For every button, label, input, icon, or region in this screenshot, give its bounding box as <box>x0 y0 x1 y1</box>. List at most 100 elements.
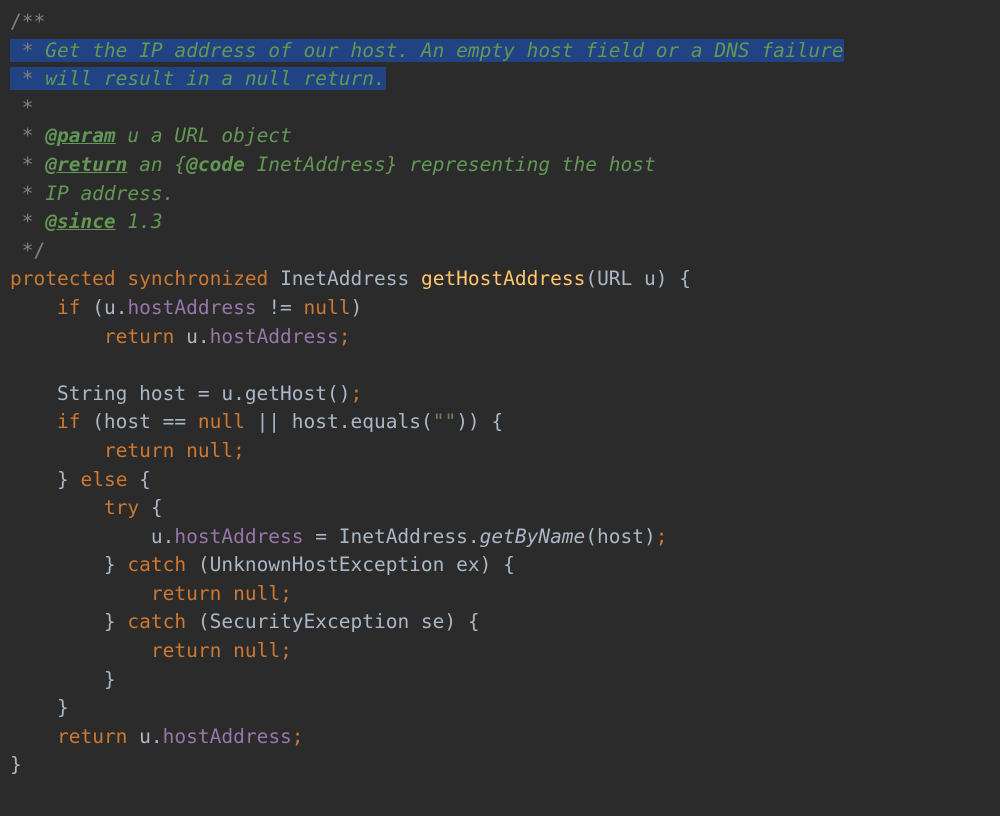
method-call-gethost: getHost <box>245 382 327 405</box>
catch-clause: (SecurityException se) { <box>186 610 480 633</box>
semicolon: ; <box>350 382 362 405</box>
brace-close: } <box>104 610 116 633</box>
indent <box>10 525 151 548</box>
brace-close: } <box>104 553 116 576</box>
expr: || host. <box>245 410 351 433</box>
space <box>33 39 45 62</box>
type-inetaddress: InetAddress <box>280 267 409 290</box>
doc-text: will result in a null return. <box>45 67 385 90</box>
semicolon: ; <box>280 639 292 662</box>
indent <box>10 382 57 405</box>
space <box>33 124 45 147</box>
indent <box>10 325 104 348</box>
doc-star: * <box>10 39 33 62</box>
brace-open: { <box>127 468 150 491</box>
operator-neq: != <box>257 296 304 319</box>
indent <box>10 296 57 319</box>
doc-star: * <box>10 124 33 147</box>
keyword-if: if <box>57 410 80 433</box>
method-call-getbyname: getByName <box>480 525 586 548</box>
var-u: u. <box>104 296 127 319</box>
keyword-return: return <box>151 639 221 662</box>
keyword-if: if <box>57 296 80 319</box>
space <box>116 267 128 290</box>
semicolon: ; <box>339 325 351 348</box>
space <box>221 639 233 662</box>
doc-star: * <box>10 67 33 90</box>
paren-close: ) <box>351 296 363 319</box>
selection-line-2: * will result in a null return. <box>10 67 386 90</box>
space <box>174 325 186 348</box>
space <box>127 725 139 748</box>
indent <box>10 496 104 519</box>
paren-close-brace: )) { <box>456 410 503 433</box>
keyword-null: null <box>233 582 280 605</box>
keyword-return: return <box>104 325 174 348</box>
indent <box>10 439 104 462</box>
method-decl-gethostaddress: getHostAddress <box>421 267 585 290</box>
field-hostaddress: hostAddress <box>127 296 256 319</box>
brace-close: } <box>57 696 69 719</box>
keyword-null: null <box>304 296 351 319</box>
method-call-equals: equals <box>351 410 421 433</box>
doc-open: /** <box>10 10 45 33</box>
space <box>33 210 45 233</box>
doc-text: u a URL object <box>116 124 292 147</box>
brace-close: } <box>10 753 22 776</box>
javadoc-tag-since: @since <box>45 210 115 233</box>
semicolon: ; <box>233 439 245 462</box>
indent <box>10 725 57 748</box>
indent <box>10 639 151 662</box>
call-args: (host) <box>585 525 655 548</box>
var-u: u. <box>186 325 209 348</box>
keyword-null: null <box>186 439 233 462</box>
keyword-synchronized: synchronized <box>127 267 268 290</box>
doc-star: * <box>10 182 33 205</box>
selection-line-1: * Get the IP address of our host. An emp… <box>10 39 844 62</box>
decl-string-host: String host = u. <box>57 382 245 405</box>
indent <box>10 553 104 576</box>
call-noargs: () <box>327 382 350 405</box>
doc-text: IP address. <box>33 182 174 205</box>
doc-close: */ <box>10 239 45 262</box>
space <box>33 153 45 176</box>
expr: = InetAddress. <box>304 525 480 548</box>
doc-star: * <box>10 210 33 233</box>
var-u: u. <box>139 725 162 748</box>
semicolon: ; <box>656 525 668 548</box>
catch-clause: (UnknownHostException ex) { <box>186 553 515 576</box>
string-literal-empty: "" <box>433 410 456 433</box>
doc-text: 1.3 <box>116 210 163 233</box>
keyword-return: return <box>104 439 174 462</box>
paren-open: ( <box>92 296 104 319</box>
javadoc-tag-param: @param <box>45 124 115 147</box>
javadoc-tag-code: @code <box>186 153 245 176</box>
indent <box>10 668 104 691</box>
field-hostaddress: hostAddress <box>174 525 303 548</box>
var-u: u. <box>151 525 174 548</box>
space <box>69 468 81 491</box>
space <box>409 267 421 290</box>
doc-star: * <box>10 153 33 176</box>
keyword-return: return <box>151 582 221 605</box>
code-editor[interactable]: /** * Get the IP address of our host. An… <box>0 0 1000 790</box>
doc-text: InetAddress} representing the host <box>245 153 656 176</box>
semicolon: ; <box>280 582 292 605</box>
field-hostaddress: hostAddress <box>163 725 292 748</box>
indent <box>10 468 57 491</box>
keyword-null: null <box>233 639 280 662</box>
keyword-return: return <box>57 725 127 748</box>
keyword-protected: protected <box>10 267 116 290</box>
keyword-try: try <box>104 496 139 519</box>
space <box>174 439 186 462</box>
method-signature: (URL u) { <box>585 267 691 290</box>
space <box>80 296 92 319</box>
keyword-null: null <box>198 410 245 433</box>
brace-open: { <box>139 496 162 519</box>
keyword-else: else <box>80 468 127 491</box>
brace-close: } <box>57 468 69 491</box>
semicolon: ; <box>292 725 304 748</box>
doc-text: Get the IP address of our host. An empty… <box>45 39 843 62</box>
space <box>116 610 128 633</box>
space <box>116 553 128 576</box>
